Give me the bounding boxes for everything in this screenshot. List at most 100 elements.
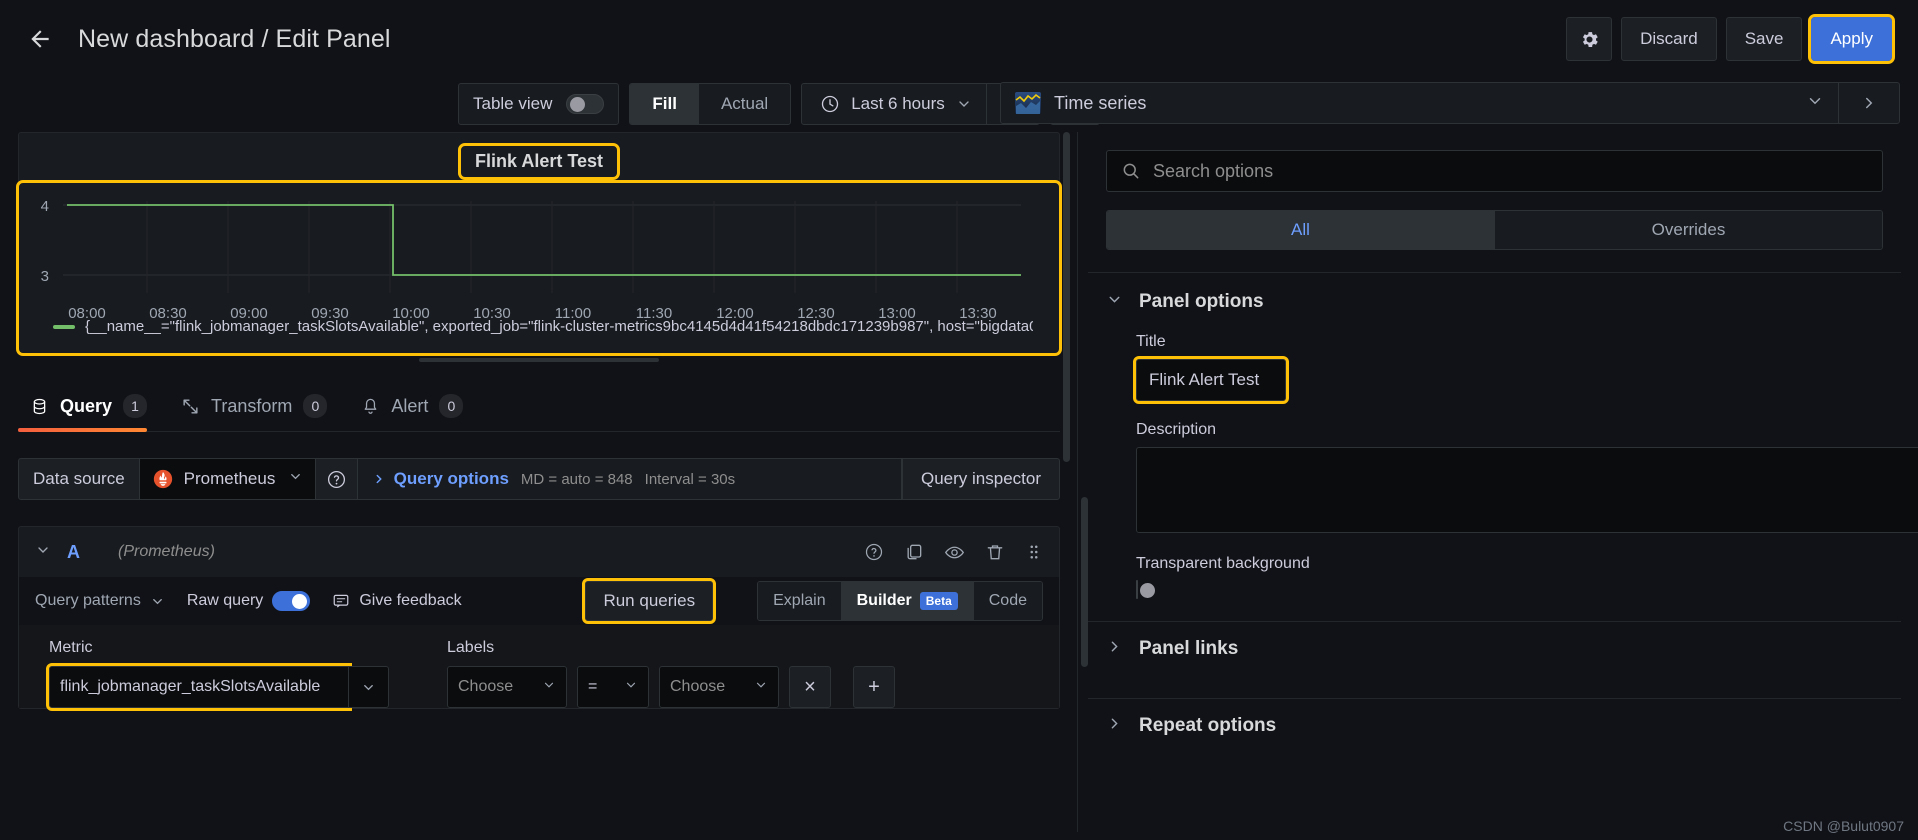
give-feedback-label: Give feedback [359,592,462,609]
switch-knob [570,97,586,112]
page-title: New dashboard / Edit Panel [78,24,391,53]
title-label: Title [1136,333,1166,350]
query-builder-toolbar: Query patterns Raw query Give feedback R… [19,577,1059,625]
metric-input[interactable]: flink_jobmanager_taskSlotsAvailable [46,663,352,711]
label-filter-row: Choose = Choose × + [447,666,895,708]
raw-query-toggle[interactable]: Raw query [186,591,311,611]
raw-query-label: Raw query [186,592,264,609]
chevron-down-icon [364,684,373,690]
transparent-background-field: Transparent background [1136,555,1883,599]
max-data-points: MD = auto = 848 [520,470,633,488]
query-options-bar: Query options MD = auto = 848 Interval =… [357,458,902,500]
metric-field: Metric flink_jobmanager_taskSlotsAvailab… [46,639,389,711]
data-source-select[interactable]: Prometheus [139,458,316,500]
query-inspector-button[interactable]: Query inspector [902,458,1060,500]
tab-alert[interactable]: Alert 0 [349,394,481,431]
visualization-select[interactable]: Time series [1001,92,1806,114]
grafana-edit-panel: New dashboard / Edit Panel Discard Save … [0,0,1918,840]
tab-query[interactable]: Query 1 [18,394,165,432]
duplicate-icon[interactable] [904,542,924,562]
panel-options-title: Panel options [1139,291,1264,312]
options-pane-scrollbar[interactable] [1081,497,1088,667]
label-value-select[interactable]: Choose [659,666,779,708]
label-operator-select[interactable]: = [577,666,649,708]
search-icon [1123,163,1139,179]
fill-actual-segmented: Fill Actual [629,83,792,125]
collapse-options-button[interactable] [1839,94,1899,112]
description-field: Description ◢ [1136,421,1918,533]
run-queries-button[interactable]: Run queries [582,578,717,624]
drag-icon[interactable] [1025,543,1043,561]
query-patterns-button[interactable]: Query patterns [35,592,165,610]
metric-dropdown-button[interactable] [349,666,389,708]
visualization-chevron[interactable] [1806,92,1838,115]
tab-transform[interactable]: Transform 0 [169,394,345,431]
data-source-help-button[interactable] [315,458,358,500]
apply-button[interactable]: Apply [1808,14,1895,64]
label-name-placeholder: Choose [458,678,514,695]
query-help-icon[interactable] [864,542,884,562]
metric-select-wrap: flink_jobmanager_taskSlotsAvailable [46,663,389,711]
description-textarea[interactable]: ◢ [1136,447,1918,533]
panel-links-section[interactable]: Panel links [1088,621,1901,676]
arrow-left-icon [31,30,49,48]
description-label: Description [1136,421,1217,438]
transform-icon [183,398,198,414]
tab-query-label: Query [60,395,113,416]
options-tab-overrides[interactable]: Overrides [1495,211,1882,249]
table-view-switch[interactable] [566,94,605,114]
query-collapse-toggle[interactable] [35,542,51,563]
give-feedback-link[interactable]: Give feedback [332,592,462,610]
raw-query-switch[interactable] [272,591,311,611]
table-view-toggle[interactable]: Table view [458,83,620,125]
mode-builder[interactable]: Builder Beta [841,582,974,620]
visualization-picker: Time series [1000,82,1900,124]
dashboard-settings-button[interactable] [1566,17,1613,61]
builder-fields: Metric flink_jobmanager_taskSlotsAvailab… [19,639,1059,711]
tab-alert-count: 0 [439,394,464,418]
labels-label: Labels [447,639,495,656]
back-button[interactable] [18,17,62,61]
options-tab-all[interactable]: All [1107,211,1495,249]
gear-icon [1582,31,1598,47]
tab-query-count: 1 [123,394,148,418]
remove-label-filter-button[interactable]: × [789,666,831,708]
transparent-background-switch[interactable] [1136,580,1155,599]
repeat-options-section[interactable]: Repeat options [1088,698,1901,753]
label-name-select[interactable]: Choose [447,666,567,708]
watermark: CSDN @Bulut0907 [1783,818,1904,834]
save-button[interactable]: Save [1725,17,1803,61]
query-row-header: A (Prometheus) [19,527,1059,577]
title-input[interactable]: Flink Alert Test [1133,356,1289,404]
panel-resize-handle[interactable] [419,358,659,362]
data-source-row: Data source Prometheus Query options MD … [18,458,1060,500]
clock-icon [822,95,839,113]
add-label-filter-button[interactable]: + [853,666,895,708]
search-options-input[interactable]: Search options [1106,150,1883,192]
panel-chart[interactable]: 4 3 08:00 08:30 09:00 09:30 10:00 10:30 … [16,180,1062,356]
query-options-toggle[interactable]: Query options [372,469,509,489]
trash-icon[interactable] [985,542,1005,562]
query-ref-id[interactable]: A [67,542,80,563]
label-value-placeholder: Choose [670,678,726,695]
data-source-value: Prometheus [183,469,276,488]
transparent-background-label: Transparent background [1136,555,1310,572]
title-field: Title Flink Alert Test [1133,333,1883,404]
labels-field: Labels Choose = Choose × + [447,639,895,708]
mode-explain[interactable]: Explain [758,582,842,620]
fill-option[interactable]: Fill [630,84,699,124]
panel-options-header[interactable]: Panel options [1106,291,1883,313]
chevron-down-icon [542,678,556,697]
query-builder-body: Metric flink_jobmanager_taskSlotsAvailab… [19,625,1059,711]
discard-button[interactable]: Discard [1621,17,1717,61]
actual-option[interactable]: Actual [699,84,790,124]
eye-icon[interactable] [944,542,965,563]
time-range-button[interactable]: Last 6 hours [806,84,986,124]
chevron-right-icon [1106,638,1123,660]
chart-legend[interactable]: {__name__="flink_jobmanager_taskSlotsAva… [35,318,1051,335]
options-tabs: All Overrides [1106,210,1883,250]
prometheus-icon [153,469,172,489]
left-pane-scrollbar[interactable] [1063,132,1070,462]
query-options-label: Query options [393,469,509,488]
mode-code[interactable]: Code [973,582,1042,620]
